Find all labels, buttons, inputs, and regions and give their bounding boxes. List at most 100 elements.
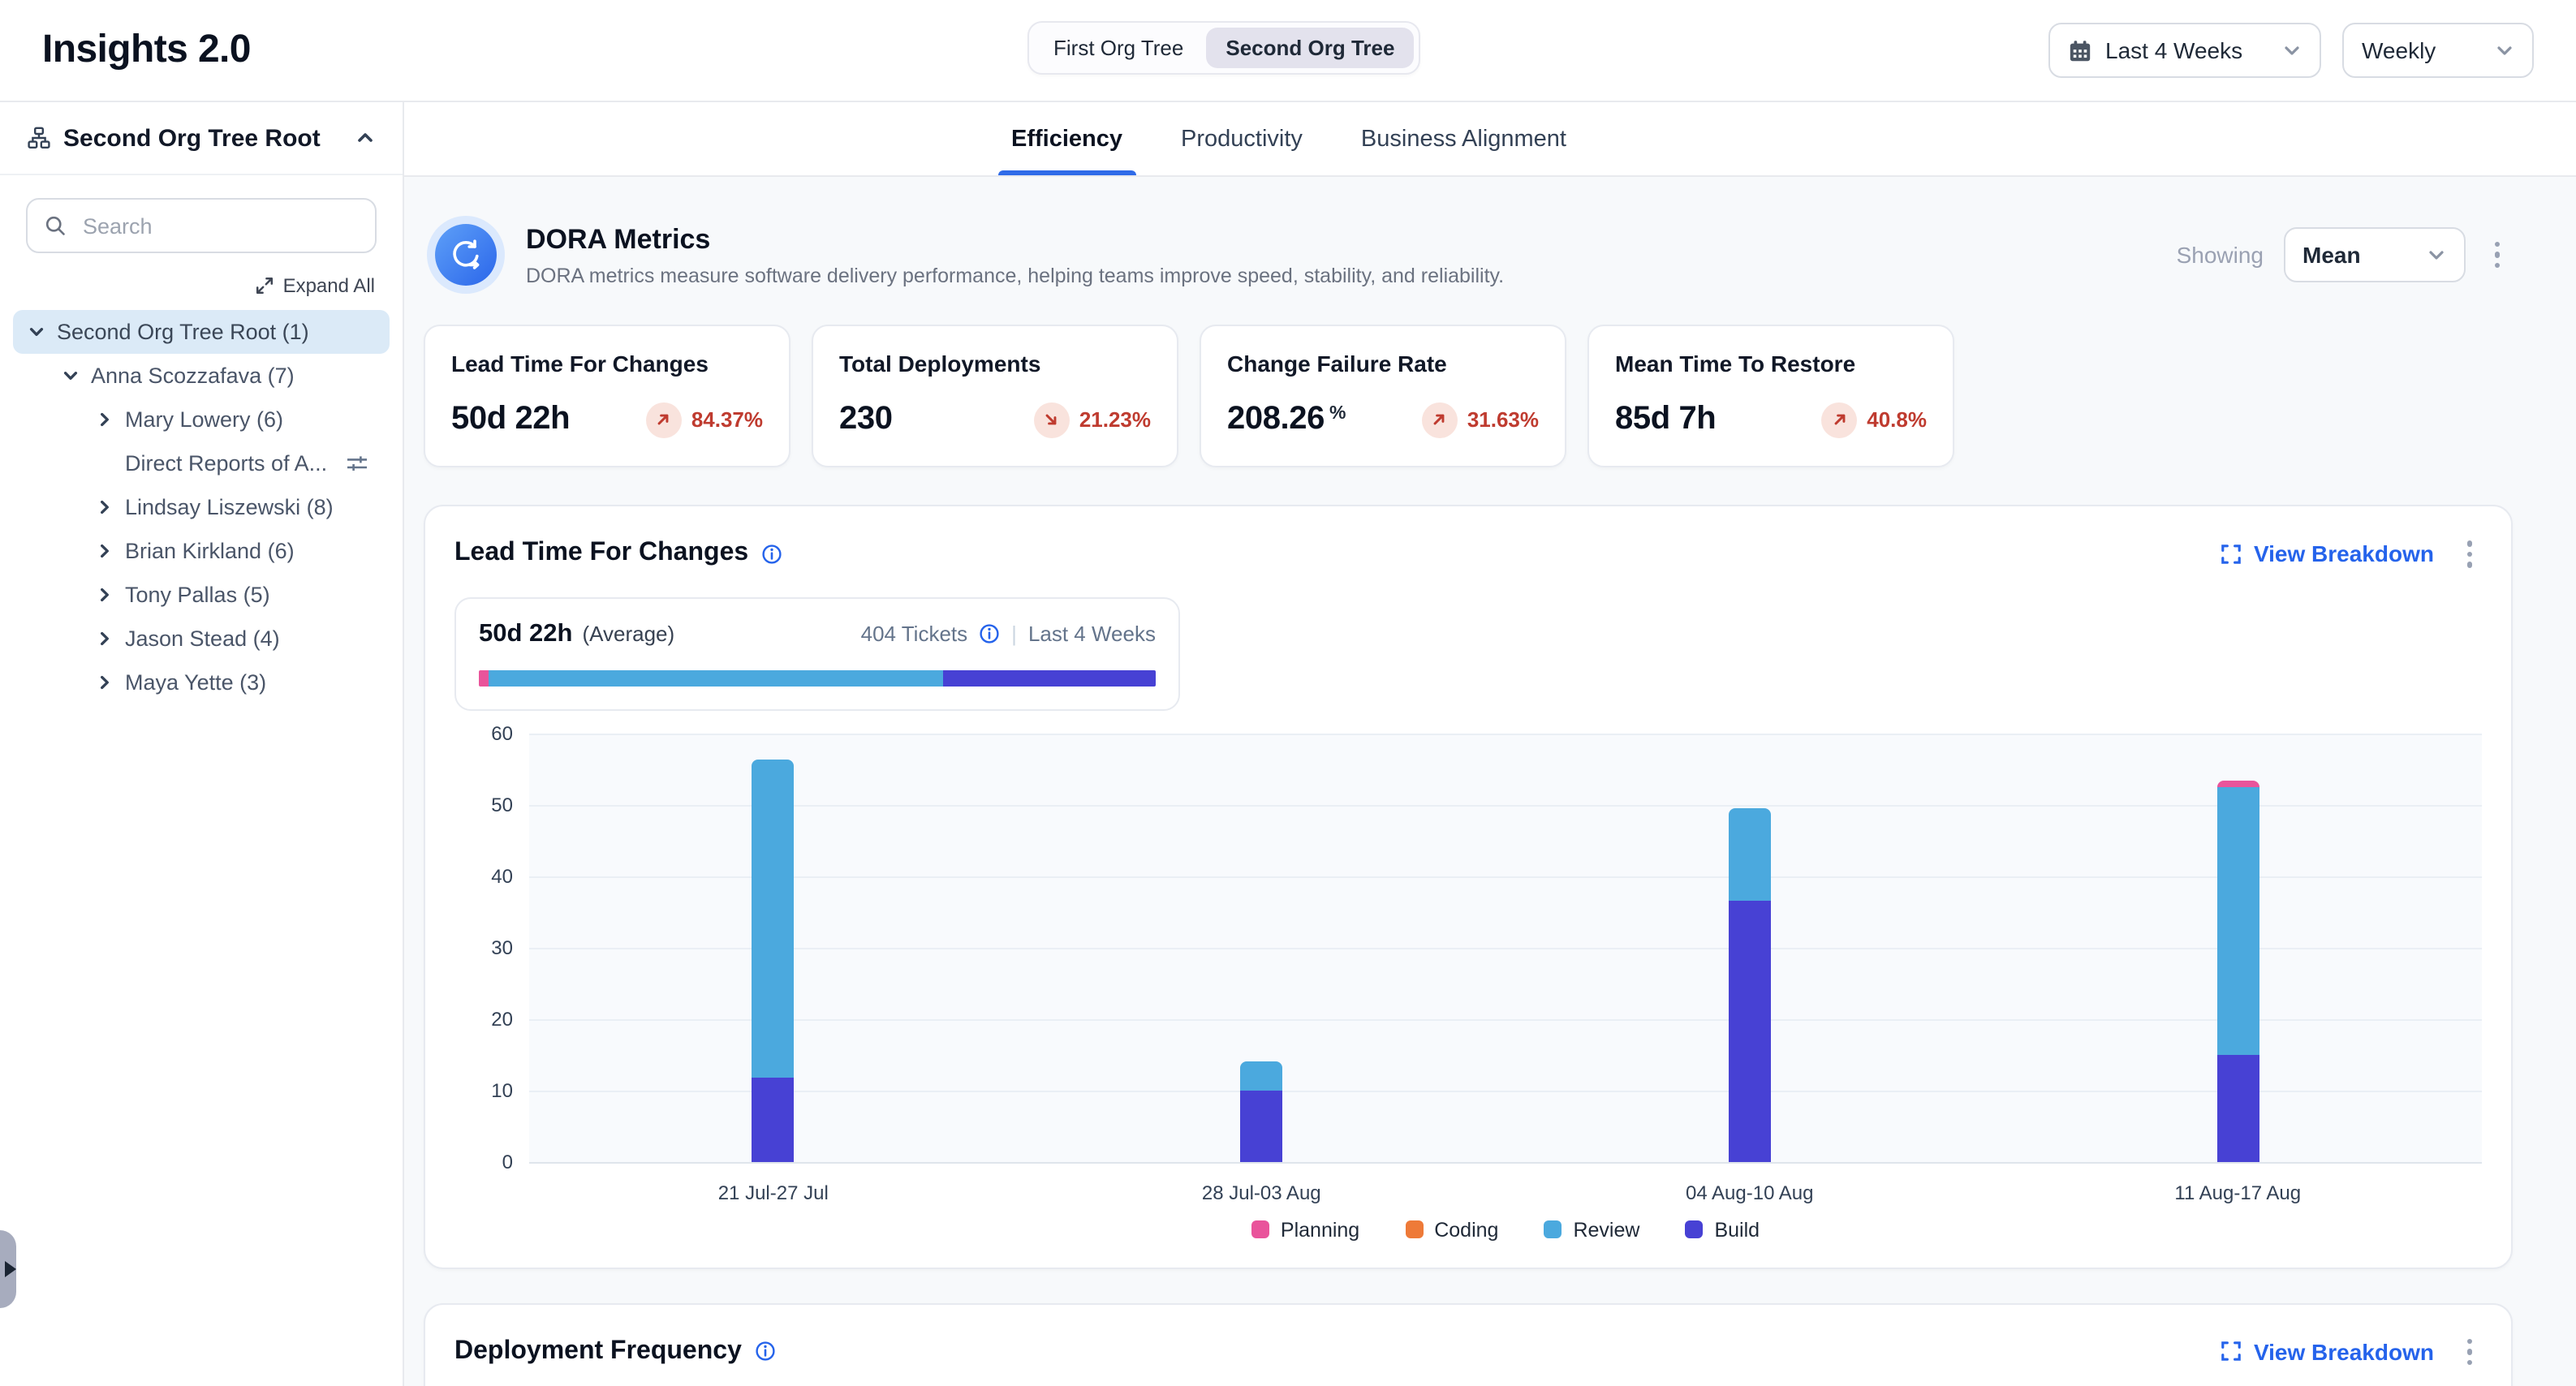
metric-title: Lead Time For Changes [451, 351, 763, 377]
y-tick-label: 50 [454, 793, 513, 816]
trend-percent: 40.8% [1867, 407, 1927, 432]
gridline [529, 947, 2482, 949]
sidebar-search [26, 198, 377, 253]
metric-title: Total Deployments [839, 351, 1151, 377]
metric-card: Change Failure Rate208.26%31.63% [1200, 325, 1566, 467]
search-input[interactable] [80, 212, 359, 239]
stacked-bar [752, 760, 795, 1161]
bar-segment-review [752, 760, 795, 1078]
sidebar-resize-handle[interactable] [0, 1230, 16, 1308]
lead-time-title: Lead Time For Changes [454, 540, 748, 569]
legend-item-coding[interactable]: Coding [1405, 1218, 1498, 1241]
metric-value-suffix: % [1329, 404, 1346, 424]
chart-plot-area: 0102030405060 [529, 733, 2482, 1163]
lead-time-panel: Lead Time For Changes View Breakdown [424, 505, 2513, 1268]
mean-select[interactable]: Mean [2283, 227, 2465, 282]
trend-up-icon [646, 402, 682, 437]
bar-segment-build [752, 1077, 795, 1161]
lead-time-summary-card: 50d 22h (Average) 404 Tickets | Last 4 W… [454, 596, 1180, 710]
metric-card: Total Deployments23021.23% [812, 325, 1178, 467]
deployment-kebab-menu-icon[interactable] [2457, 1330, 2482, 1373]
expand-all-button[interactable]: Expand All [0, 260, 403, 307]
legend-label: Build [1714, 1218, 1760, 1241]
tree-item[interactable]: Second Org Tree Root (1) [13, 310, 390, 354]
chevron-right-icon[interactable] [96, 498, 114, 516]
sidebar-collapse-button[interactable] [355, 128, 375, 148]
granularity-select[interactable]: Weekly [2342, 23, 2534, 78]
legend-item-build[interactable]: Build [1685, 1218, 1760, 1241]
metric-card: Lead Time For Changes50d 22h84.37% [424, 325, 790, 467]
legend-item-review[interactable]: Review [1544, 1218, 1639, 1241]
tree-item[interactable]: Brian Kirkland (6) [13, 529, 390, 573]
insights-app: Insights 2.0 First Org Tree Second Org T… [0, 0, 2576, 1386]
tab-productivity[interactable]: Productivity [1181, 102, 1303, 175]
trend-up-icon [1422, 402, 1458, 437]
phase-segment-review [489, 669, 943, 686]
expand-corners-icon [2221, 1341, 2242, 1362]
view-breakdown-link[interactable]: View Breakdown [2221, 1339, 2434, 1365]
bar-segment-review [2216, 788, 2259, 1056]
tree-item[interactable]: Tony Pallas (5) [13, 573, 390, 617]
gridline [529, 876, 2482, 877]
lead-time-chart: 0102030405060 21 Jul-27 Jul28 Jul-03 Aug… [454, 733, 2482, 1241]
chevron-right-icon[interactable] [96, 586, 114, 604]
info-icon[interactable] [761, 544, 782, 565]
tree-item[interactable]: Lindsay Liszewski (8) [13, 485, 390, 529]
summary-qualifier: (Average) [582, 622, 674, 646]
bar-segment-build [2216, 1056, 2259, 1161]
expand-all-label: Expand All [283, 274, 375, 297]
tab-business-alignment[interactable]: Business Alignment [1361, 102, 1566, 175]
tree-item[interactable]: Anna Scozzafava (7) [13, 354, 390, 398]
y-tick-label: 20 [454, 1007, 513, 1030]
legend-swatch [1405, 1220, 1423, 1238]
lead-time-kebab-menu-icon[interactable] [2457, 532, 2482, 575]
phase-segment-build [942, 669, 1156, 686]
org-chart-icon [28, 127, 50, 149]
tree-item[interactable]: Maya Yette (3) [13, 661, 390, 704]
stacked-bar [1729, 807, 1771, 1161]
sidebar: Second Org Tree Root Expand All Second O… [0, 102, 404, 1386]
chevron-down-icon[interactable] [28, 323, 45, 341]
dora-kebab-menu-icon[interactable] [2484, 234, 2509, 277]
view-breakdown-link[interactable]: View Breakdown [2221, 541, 2434, 567]
y-tick-label: 30 [454, 936, 513, 958]
chevron-right-icon[interactable] [96, 542, 114, 560]
org-tree-toggle-first[interactable]: First Org Tree [1034, 28, 1203, 68]
y-tick-label: 40 [454, 864, 513, 887]
date-range-select[interactable]: Last 4 Weeks [2048, 23, 2321, 78]
x-axis-label: 28 Jul-03 Aug [1202, 1181, 1321, 1203]
summary-value: 50d 22h [479, 619, 572, 648]
tree-item[interactable]: Jason Stead (4) [13, 617, 390, 661]
sidebar-header: Second Org Tree Root [0, 102, 403, 175]
chevron-right-icon[interactable] [96, 411, 114, 428]
y-tick-label: 60 [454, 721, 513, 744]
tab-efficiency[interactable]: Efficiency [1011, 102, 1122, 175]
bar-segment-review [1240, 1061, 1282, 1090]
tree-item-label: Jason Stead (4) [125, 626, 280, 651]
tree-item[interactable]: Direct Reports of A... [13, 441, 390, 485]
phase-stacked-bar [479, 669, 1156, 686]
tree-item-label: Tony Pallas (5) [125, 583, 270, 607]
gridline [529, 1090, 2482, 1091]
granularity-value: Weekly [2362, 37, 2482, 63]
filter-icon[interactable] [346, 452, 377, 475]
view-breakdown-label: View Breakdown [2254, 1339, 2434, 1365]
chevron-right-icon[interactable] [96, 630, 114, 648]
tree-item-label: Direct Reports of A... [125, 451, 327, 476]
tree-item[interactable]: Mary Lowery (6) [13, 398, 390, 441]
legend-swatch [1544, 1220, 1562, 1238]
metric-cards-row: Lead Time For Changes50d 22h84.37%Total … [424, 325, 2513, 467]
top-controls: Last 4 Weeks Weekly [2048, 23, 2534, 78]
expand-corners-icon [2221, 544, 2242, 565]
chevron-right-icon[interactable] [96, 674, 114, 691]
showing-label: Showing [2177, 242, 2264, 268]
chart-legend: Planning Coding Review Build [529, 1218, 2482, 1241]
legend-item-planning[interactable]: Planning [1251, 1218, 1359, 1241]
dora-header: DORA Metrics DORA metrics measure softwa… [427, 216, 2509, 294]
info-icon[interactable] [979, 623, 1000, 644]
metric-value: 208.26 [1227, 401, 1325, 438]
org-tree-toggle-second[interactable]: Second Org Tree [1206, 28, 1414, 68]
expand-diagonal-icon [256, 276, 275, 295]
info-icon[interactable] [755, 1341, 776, 1362]
chevron-down-icon[interactable] [62, 367, 80, 385]
